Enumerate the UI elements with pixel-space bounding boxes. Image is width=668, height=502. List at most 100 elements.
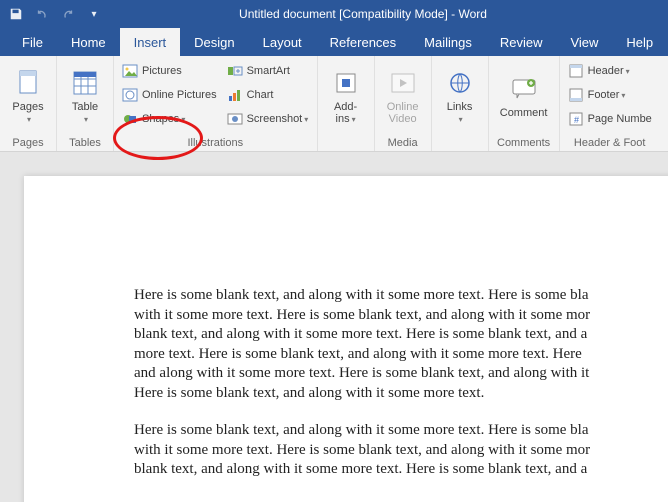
- text-line: Here is some blank text, and along with …: [134, 286, 668, 306]
- addins-button[interactable]: Add-ins▾: [322, 60, 370, 132]
- tab-help[interactable]: Help: [612, 28, 667, 56]
- page-number-label: Page Numbe: [588, 113, 652, 125]
- chevron-down-icon: ▾: [459, 115, 463, 124]
- header-button[interactable]: Header▾: [564, 60, 656, 82]
- table-label: Table: [72, 101, 98, 113]
- chart-icon: [227, 87, 243, 103]
- text-line: more text. Here is some blank text, and …: [134, 345, 668, 365]
- shapes-label: Shapes: [142, 113, 179, 125]
- pages-icon: [12, 67, 44, 99]
- online-video-button[interactable]: Online Video: [379, 60, 427, 132]
- tab-view[interactable]: View: [556, 28, 612, 56]
- group-label-links: [436, 149, 484, 151]
- addins-icon: [330, 67, 362, 99]
- online-pictures-button[interactable]: Online Pictures: [118, 84, 221, 106]
- group-links: Links ▾: [432, 56, 489, 151]
- header-label: Header: [588, 65, 624, 77]
- header-icon: [568, 63, 584, 79]
- group-addins: Add-ins▾: [318, 56, 375, 151]
- online-video-icon: [387, 67, 419, 99]
- pages-label: Pages: [12, 101, 43, 113]
- group-label-headerfooter: Header & Foot: [564, 137, 656, 151]
- page-number-button[interactable]: # Page Numbe: [564, 108, 656, 130]
- tab-insert[interactable]: Insert: [120, 28, 181, 56]
- group-label-illustrations: Illustrations: [118, 137, 313, 151]
- save-button[interactable]: [6, 4, 26, 24]
- tab-review[interactable]: Review: [486, 28, 557, 56]
- tab-mailings[interactable]: Mailings: [410, 28, 486, 56]
- window-title: Untitled document [Compatibility Mode] -…: [104, 7, 662, 21]
- title-bar: ▾ Untitled document [Compatibility Mode]…: [0, 0, 668, 28]
- smartart-label: SmartArt: [247, 65, 290, 77]
- chevron-down-icon: ▾: [621, 91, 625, 100]
- screenshot-button[interactable]: Screenshot▾: [223, 108, 313, 130]
- document-area[interactable]: Here is some blank text, and along with …: [0, 152, 668, 502]
- group-label-comments: Comments: [493, 137, 555, 151]
- comment-label: Comment: [500, 107, 548, 119]
- paragraph: Here is some blank text, and along with …: [134, 421, 668, 480]
- links-icon: [444, 67, 476, 99]
- quick-access-toolbar: ▾: [6, 4, 104, 24]
- screenshot-icon: [227, 111, 243, 127]
- table-icon: [69, 67, 101, 99]
- footer-icon: [568, 87, 584, 103]
- text-line: Here is some blank text, and along with …: [134, 421, 668, 441]
- chevron-down-icon: ▾: [304, 115, 308, 124]
- undo-button[interactable]: [32, 4, 52, 24]
- group-illustrations: Pictures Online Pictures Shapes▾ SmartAr…: [114, 56, 318, 151]
- shapes-button[interactable]: Shapes▾: [118, 108, 221, 130]
- ribbon: Pages ▾ Pages Table ▾ Tables Pictures: [0, 56, 668, 152]
- chevron-down-icon: ▾: [84, 115, 88, 124]
- comment-icon: [508, 73, 540, 105]
- pages-button[interactable]: Pages ▾: [4, 60, 52, 132]
- comment-button[interactable]: Comment: [493, 60, 555, 132]
- text-line: and along with it some more text. Here i…: [134, 364, 668, 384]
- links-label: Links: [447, 101, 473, 113]
- text-line: blank text, and along with it some more …: [134, 460, 668, 480]
- shapes-icon: [122, 111, 138, 127]
- tab-design[interactable]: Design: [180, 28, 248, 56]
- smartart-button[interactable]: SmartArt: [223, 60, 313, 82]
- group-label-media: Media: [379, 137, 427, 151]
- group-pages: Pages ▾ Pages: [0, 56, 57, 151]
- redo-button[interactable]: [58, 4, 78, 24]
- text-line: with it some more text. Here is some bla…: [134, 441, 668, 461]
- chevron-down-icon: ▾: [352, 115, 356, 124]
- online-pictures-label: Online Pictures: [142, 89, 217, 101]
- group-tables: Table ▾ Tables: [57, 56, 114, 151]
- chevron-down-icon: ▾: [181, 115, 185, 124]
- table-button[interactable]: Table ▾: [61, 60, 109, 132]
- group-comments: Comment Comments: [489, 56, 560, 151]
- tab-home[interactable]: Home: [57, 28, 120, 56]
- pictures-icon: [122, 63, 138, 79]
- chart-button[interactable]: Chart: [223, 84, 313, 106]
- group-label-addins: [322, 149, 370, 151]
- online-video-label: Online Video: [385, 101, 421, 125]
- tab-file[interactable]: File: [8, 28, 57, 56]
- pictures-label: Pictures: [142, 65, 182, 77]
- tab-references[interactable]: References: [316, 28, 410, 56]
- chevron-down-icon: ▾: [27, 115, 31, 124]
- tab-layout[interactable]: Layout: [249, 28, 316, 56]
- group-label-pages: Pages: [4, 137, 52, 151]
- chart-label: Chart: [247, 89, 274, 101]
- document-page[interactable]: Here is some blank text, and along with …: [24, 176, 668, 502]
- page-number-icon: #: [568, 111, 584, 127]
- pictures-button[interactable]: Pictures: [118, 60, 221, 82]
- paragraph: Here is some blank text, and along with …: [134, 286, 668, 403]
- footer-button[interactable]: Footer▾: [564, 84, 656, 106]
- qat-customize[interactable]: ▾: [84, 4, 104, 24]
- smartart-icon: [227, 63, 243, 79]
- text-line: Here is some blank text, and along with …: [134, 384, 668, 404]
- ribbon-tabs: File Home Insert Design Layout Reference…: [0, 28, 668, 56]
- svg-text:#: #: [574, 115, 579, 125]
- chevron-down-icon: ▾: [626, 67, 630, 76]
- text-line: with it some more text. Here is some bla…: [134, 306, 668, 326]
- footer-label: Footer: [588, 89, 620, 101]
- links-button[interactable]: Links ▾: [436, 60, 484, 132]
- group-label-tables: Tables: [61, 137, 109, 151]
- online-pictures-icon: [122, 87, 138, 103]
- group-media: Online Video Media: [375, 56, 432, 151]
- group-header-footer: Header▾ Footer▾ # Page Numbe Header & Fo…: [560, 56, 660, 151]
- screenshot-label: Screenshot: [247, 113, 303, 125]
